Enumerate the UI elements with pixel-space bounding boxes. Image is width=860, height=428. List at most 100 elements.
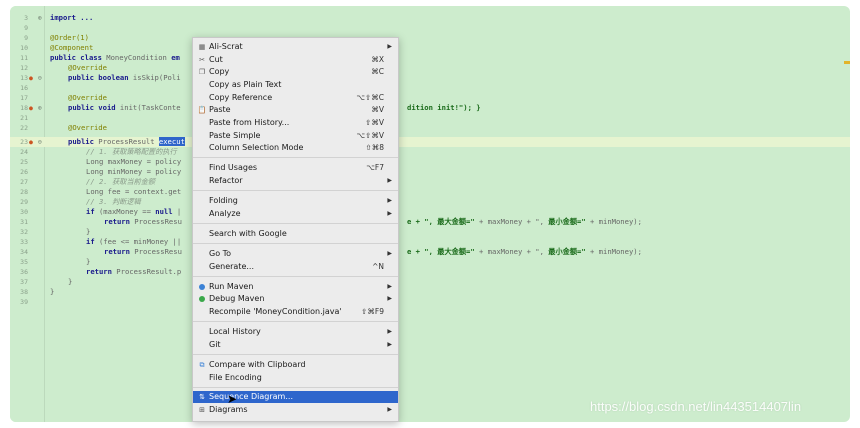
line-number: 37 — [20, 278, 28, 286]
line-number: 3 — [24, 14, 28, 22]
menu-item-label: Refactor — [209, 176, 243, 185]
line-number: 39 — [20, 298, 28, 306]
menu-item-label: Compare with Clipboard — [209, 360, 306, 369]
code-token: Long maxMoney = policy — [86, 157, 182, 166]
code-editor[interactable]: 3 9 9 10 11 12 13 16 17 18 21 22 23 24 2… — [10, 6, 850, 422]
menu-separator — [193, 321, 398, 322]
menu-item-label: Cut — [209, 55, 223, 64]
menu-item-copy-plain-text[interactable]: Copy as Plain Text — [193, 79, 398, 91]
code-line: // 2. 获取当前金额 — [86, 177, 155, 187]
menu-item-run-maven[interactable]: Run Maven ▶ — [193, 281, 398, 293]
menu-item-label: Sequence Diagram... — [209, 392, 293, 401]
code-token: // 2. 获取当前金额 — [86, 177, 156, 186]
code-line: if (fee <= minMoney || — [86, 237, 181, 247]
menu-item-go-to[interactable]: Go To ▶ — [193, 248, 398, 260]
menu-item-recompile[interactable]: Recompile 'MoneyCondition.java' ⇧⌘F9 — [193, 306, 398, 318]
code-token: 最大金额=" — [437, 217, 475, 226]
code-line: return ProcessResu — [104, 217, 182, 227]
code-line: Long fee = context.get — [86, 187, 181, 197]
menu-item-label: Copy Reference — [209, 93, 273, 102]
menu-item-label: Column Selection Mode — [209, 143, 304, 152]
menu-item-shortcut: ⌘V — [371, 105, 384, 114]
menu-separator — [193, 354, 398, 355]
code-token: public class — [50, 53, 102, 62]
menu-item-label: Ali-Scrat — [209, 42, 243, 51]
menu-item-copy-reference[interactable]: Copy Reference ⌥⇧⌘C — [193, 92, 398, 104]
error-stripe-marker[interactable] — [844, 61, 850, 64]
menu-item-compare-clipboard[interactable]: ⧉ Compare with Clipboard — [193, 359, 398, 371]
menu-item-diagrams[interactable]: ⊞ Diagrams ▶ — [193, 404, 398, 416]
menu-item-generate[interactable]: Generate... ^N — [193, 261, 398, 273]
selected-text: execut — [158, 137, 185, 146]
submenu-arrow-icon: ▶ — [387, 283, 392, 290]
menu-item-file-encoding[interactable]: File Encoding — [193, 372, 398, 384]
menu-item-shortcut: ⇧⌘8 — [365, 143, 384, 152]
code-token: } — [86, 227, 91, 236]
menu-item-sequence-diagram[interactable]: ⇅ Sequence Diagram... — [193, 391, 398, 403]
override-marker-icon[interactable]: ● — [29, 73, 33, 83]
line-number: 23 — [20, 138, 28, 146]
line-number: 16 — [20, 84, 28, 92]
code-line: } — [86, 257, 90, 267]
fold-icon[interactable]: ⊖ — [38, 137, 42, 147]
menu-item-column-selection-mode[interactable]: Column Selection Mode ⇧⌘8 — [193, 142, 398, 154]
menu-item-git[interactable]: Git ▶ — [193, 339, 398, 351]
code-line: return ProcessResu — [104, 247, 182, 257]
menu-item-debug-maven[interactable]: Debug Maven ▶ — [193, 293, 398, 305]
menu-separator — [193, 276, 398, 277]
line-number: 22 — [20, 124, 28, 132]
menu-item-find-usages[interactable]: Find Usages ⌥F7 — [193, 162, 398, 174]
override-marker-icon[interactable]: ● — [29, 137, 33, 147]
menu-item-refactor[interactable]: Refactor ▶ — [193, 175, 398, 187]
menu-item-folding[interactable]: Folding ▶ — [193, 195, 398, 207]
line-number: 12 — [20, 64, 28, 72]
menu-item-label: Paste from History... — [209, 118, 290, 127]
fold-icon[interactable]: ⊕ — [38, 13, 42, 23]
code-line: } — [68, 277, 72, 287]
menu-item-label: Git — [209, 340, 221, 349]
code-token: @Order(1) — [50, 33, 89, 42]
menu-separator — [193, 223, 398, 224]
mouse-cursor-icon: ➤ — [227, 392, 238, 406]
menu-item-ali-scrat[interactable]: ▦ Ali-Scrat ▶ — [193, 41, 398, 53]
line-number: 9 — [24, 24, 28, 32]
code-line: public ProcessResult execut — [68, 137, 185, 147]
context-menu: ▦ Ali-Scrat ▶ ✂ Cut ⌘X ❐ Copy ⌘C Copy as Plain… — [192, 37, 399, 422]
code-line: @Order(1) — [50, 33, 89, 43]
menu-item-paste[interactable]: 📋 Paste ⌘V — [193, 104, 398, 116]
code-token: if — [86, 237, 95, 246]
code-token: + maxMoney + ", — [474, 217, 549, 226]
code-token: return — [86, 267, 112, 276]
watermark: https://blog.csdn.net/lin443514407lin — [590, 399, 802, 414]
code-line: dition init!"); } — [407, 103, 481, 113]
menu-item-shortcut: ⇧⌘F9 — [361, 307, 384, 316]
menu-item-cut[interactable]: ✂ Cut ⌘X — [193, 54, 398, 66]
menu-separator — [193, 243, 398, 244]
menu-item-paste-from-history[interactable]: Paste from History... ⇧⌘V — [193, 117, 398, 129]
compare-icon: ⧉ — [199, 361, 205, 369]
line-number: 38 — [20, 288, 28, 296]
fold-icon[interactable]: ⊖ — [38, 73, 42, 83]
menu-item-paste-simple[interactable]: Paste Simple ⌥⇧⌘V — [193, 130, 398, 142]
code-token: em — [171, 53, 180, 62]
menu-item-local-history[interactable]: Local History ▶ — [193, 326, 398, 338]
menu-item-copy[interactable]: ❐ Copy ⌘C — [193, 66, 398, 78]
code-token: dition init!"); } — [407, 103, 481, 112]
menu-item-label: Paste Simple — [209, 131, 261, 140]
line-number: 28 — [20, 188, 28, 196]
menu-item-analyze[interactable]: Analyze ▶ — [193, 208, 398, 220]
line-number: 18 — [20, 104, 28, 112]
code-token: Long fee = context.get — [86, 187, 182, 196]
override-marker-icon[interactable]: ● — [29, 103, 33, 113]
menu-item-search-google[interactable]: Search with Google — [193, 228, 398, 240]
code-line: } — [86, 227, 90, 237]
code-token: isSkip(Poli — [128, 73, 181, 82]
copy-icon: ❐ — [198, 68, 206, 76]
fold-icon[interactable]: ⊕ — [38, 103, 42, 113]
menu-item-label: Copy — [209, 67, 230, 76]
menu-separator — [193, 190, 398, 191]
line-number: 17 — [20, 94, 28, 102]
line-number: 27 — [20, 178, 28, 186]
submenu-arrow-icon: ▶ — [387, 210, 392, 217]
line-number: 34 — [20, 248, 28, 256]
